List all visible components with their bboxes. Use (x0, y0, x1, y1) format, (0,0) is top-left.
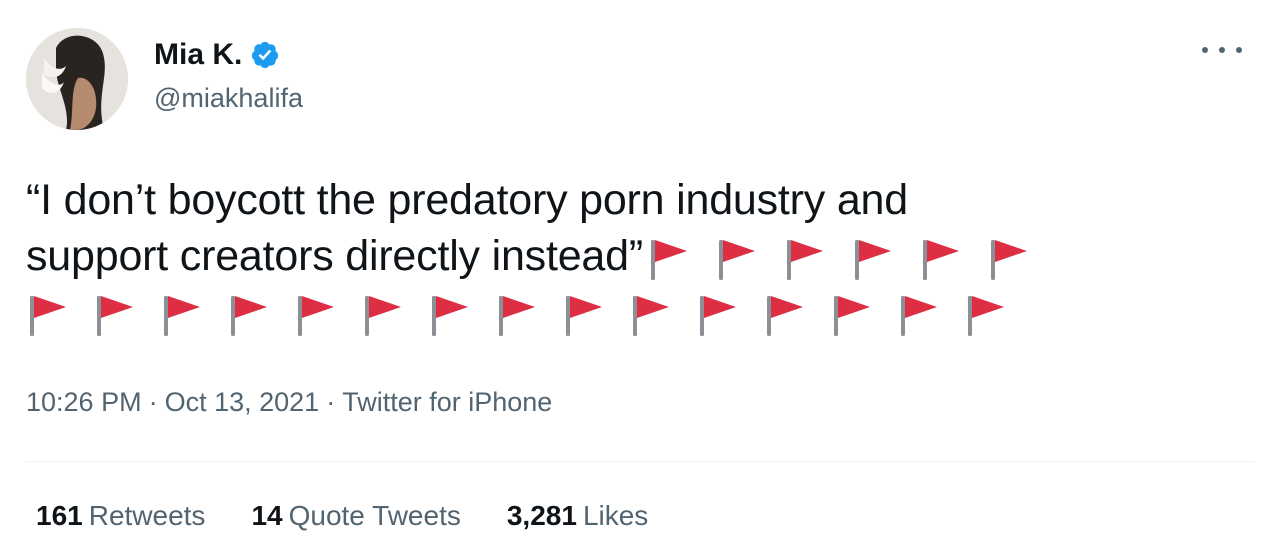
red-flag-icon (365, 296, 401, 336)
red-flag-icon (834, 296, 870, 336)
red-flag-group (643, 232, 1031, 280)
tweet-time[interactable]: 10:26 PM (26, 387, 142, 417)
more-options-icon[interactable] (1202, 38, 1242, 62)
red-flag-icon (633, 296, 669, 336)
red-flag-icon (700, 296, 736, 336)
avatar-image (26, 28, 128, 130)
quote-tweets-label: Quote Tweets (288, 500, 461, 531)
meta-separator: · (326, 387, 336, 417)
red-flag-row (26, 284, 1226, 340)
red-flag-icon (97, 296, 133, 336)
likes-label: Likes (582, 500, 649, 531)
red-flag-icon (432, 296, 468, 336)
retweets-label: Retweets (88, 500, 206, 531)
red-flag-icon (968, 296, 1004, 336)
red-flag-icon (566, 296, 602, 336)
quote-tweets-count: 14 (251, 500, 283, 531)
red-flag-icon (990, 240, 1027, 280)
tweet-date[interactable]: Oct 13, 2021 (165, 387, 320, 417)
tweet-card: Mia K. @miakhalifa “I don’t boycott the … (0, 0, 1280, 560)
red-flag-icon (922, 240, 959, 280)
author-name-row[interactable]: Mia K. (154, 38, 280, 72)
avatar[interactable] (26, 28, 128, 130)
display-name[interactable]: Mia K. (154, 38, 242, 72)
tweet-text-line1: “I don’t boycott the predatory porn indu… (26, 176, 908, 224)
red-flag-icon (30, 296, 66, 336)
divider (26, 461, 1254, 462)
red-flag-icon (231, 296, 267, 336)
verified-badge-icon (252, 41, 279, 69)
tweet-stats: 161 Retweets 14 Quote Tweets 3,281 Likes (36, 499, 648, 533)
tweet-text-line2: support creators directly instead” (26, 232, 643, 280)
red-flag-icon (718, 240, 755, 280)
author-handle[interactable]: @miakhalifa (154, 82, 303, 114)
red-flag-icon (499, 296, 535, 336)
tweet-source[interactable]: Twitter for iPhone (342, 387, 552, 417)
retweets-count: 161 (36, 500, 83, 531)
quote-tweets-stat[interactable]: 14 Quote Tweets (251, 499, 460, 533)
red-flag-icon (854, 240, 891, 280)
red-flag-icon (164, 296, 200, 336)
red-flag-icon (298, 296, 334, 336)
red-flag-icon (767, 296, 803, 336)
tweet-metadata: 10:26 PM · Oct 13, 2021 · Twitter for iPhone (26, 386, 552, 418)
tweet-text-line2-row: support creators directly instead” (26, 228, 1226, 284)
red-flag-icon (901, 296, 937, 336)
likes-count: 3,281 (506, 500, 577, 531)
likes-stat[interactable]: 3,281 Likes (507, 499, 648, 533)
tweet-text: “I don’t boycott the predatory porn indu… (26, 172, 1226, 340)
meta-separator: · (148, 387, 158, 417)
red-flag-icon (786, 240, 823, 280)
red-flag-icon (650, 240, 687, 280)
retweets-stat[interactable]: 161 Retweets (36, 499, 205, 533)
